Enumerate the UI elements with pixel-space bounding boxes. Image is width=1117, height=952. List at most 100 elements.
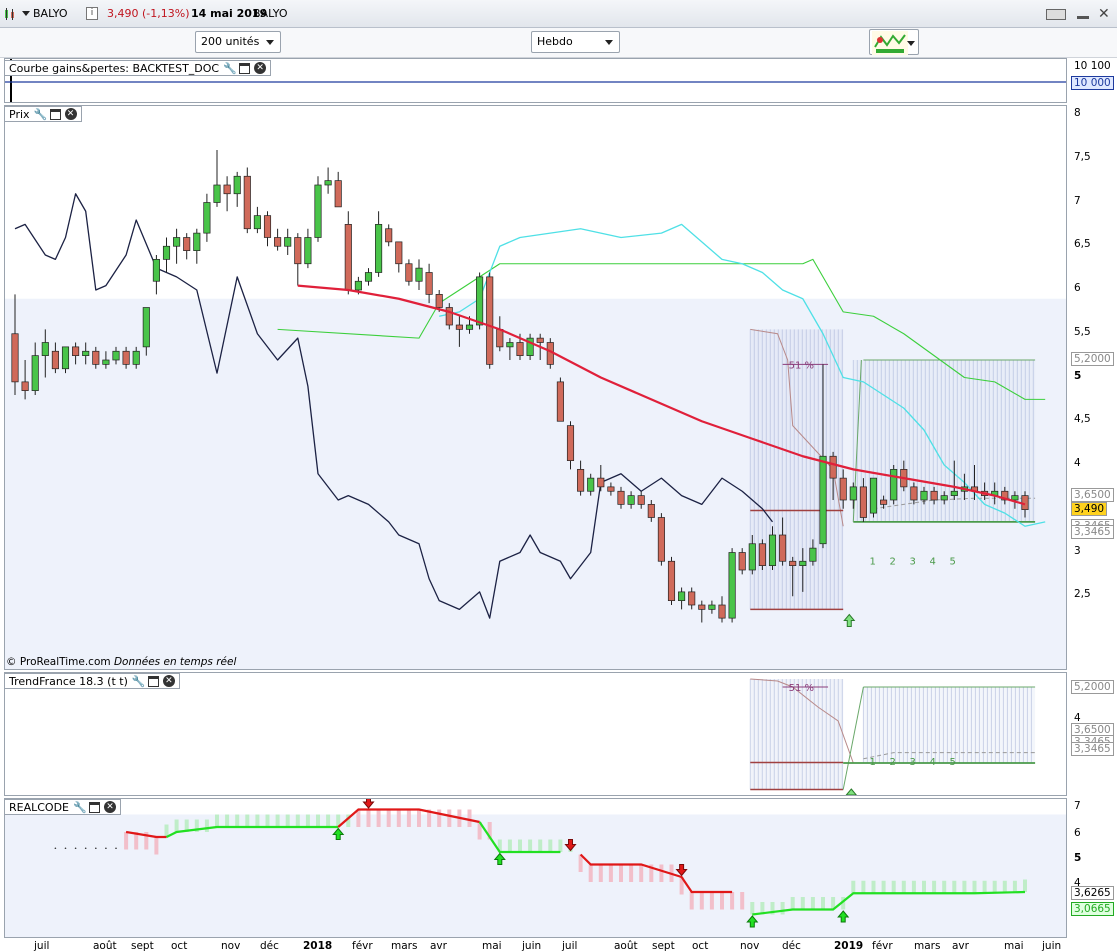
realcode-dot: [64, 847, 67, 850]
candle-bull: [627, 495, 635, 505]
trend-tag-high: 5,2000: [1071, 680, 1114, 694]
realcode-dot: [105, 847, 107, 850]
candle-bear: [556, 381, 564, 422]
candle-bull: [1011, 495, 1019, 501]
close-icon[interactable]: ✕: [254, 62, 267, 74]
time-axis-label: sept: [131, 940, 154, 952]
price-axis-label: 5,5: [1074, 325, 1091, 338]
candle-bear: [789, 560, 797, 566]
candle-bull: [890, 469, 898, 501]
candle-bull: [415, 267, 423, 282]
candle-bull: [920, 490, 928, 501]
close-icon[interactable]: ✕: [104, 801, 117, 813]
wrench-icon[interactable]: 🔧: [223, 62, 237, 75]
minimize-icon[interactable]: [1077, 9, 1089, 19]
price-axis-label: 8: [1074, 107, 1081, 119]
realcode-bar-green: [285, 814, 290, 827]
timeframe-select[interactable]: Hebdo: [531, 31, 620, 53]
realcode-bar-green: [810, 897, 815, 910]
time-axis-label: déc: [782, 940, 801, 952]
realcode-bar-red: [467, 809, 472, 827]
trend-count-label: 5: [949, 757, 955, 768]
keyboard-icon[interactable]: [1046, 9, 1066, 20]
realcode-bar-green: [204, 819, 209, 832]
candle-bull: [213, 184, 221, 203]
candle-bear: [910, 486, 918, 501]
window-icon[interactable]: [239, 62, 251, 74]
price-axis-label: 4: [1074, 457, 1081, 469]
count-label: 1: [869, 556, 875, 567]
indicator-tool-button[interactable]: [869, 29, 919, 55]
trend-right-bg: [863, 687, 1036, 763]
window-icon[interactable]: [147, 675, 159, 687]
equity-panel-title: Courbe gains&pertes: BACKTEST_DOC: [9, 61, 220, 75]
candle-bear: [718, 604, 726, 619]
trend-rise-line: [842, 686, 864, 790]
candle-bear: [21, 381, 29, 391]
wrench-icon[interactable]: 🔧: [34, 108, 48, 121]
candle-bull: [354, 280, 362, 291]
candle-bull: [152, 259, 160, 282]
candle-bear: [243, 175, 251, 230]
realcode-bar-green: [992, 880, 997, 894]
time-axis-label: avr: [952, 940, 969, 952]
candle-bear: [183, 237, 191, 251]
candle-bear: [334, 180, 342, 208]
close-window-icon[interactable]: ✕: [1098, 6, 1110, 22]
realcode-bar-green: [295, 814, 300, 827]
wrench-icon[interactable]: 🔧: [132, 675, 146, 688]
trend-pct-label: 51 %: [789, 683, 814, 694]
realcode-bar-green: [790, 897, 795, 910]
time-axis-label: févr: [872, 940, 893, 952]
candle-bull: [193, 232, 201, 251]
realcode-bar-green: [518, 839, 522, 852]
realcode-bar-red: [689, 892, 694, 910]
wrench-icon[interactable]: 🔧: [73, 801, 87, 814]
window-icon[interactable]: [89, 801, 101, 813]
candle-bull: [728, 552, 736, 619]
candle-bear: [445, 307, 453, 326]
candle-bull: [678, 591, 686, 601]
candle-bull: [284, 237, 292, 247]
realcode-bar-red: [730, 892, 735, 910]
candle-bull: [708, 604, 716, 610]
candle-bull: [476, 276, 484, 326]
price-axis: 8 7,5 7 6,5 6 5,5 5 4,5 4 3 2,5 5,2000 3,6500 3,490 3,…: [1068, 105, 1117, 670]
time-axis-label: mai: [1004, 940, 1024, 952]
price-axis-label: 5: [1074, 369, 1082, 382]
realcode-bar-red: [699, 892, 704, 910]
realcode-bar-green: [174, 819, 179, 832]
realcode-bar-red: [598, 864, 603, 882]
candle-bear: [122, 350, 130, 365]
price-axis-label: 4,5: [1074, 413, 1091, 426]
realcode-bar-green: [780, 902, 785, 915]
candle-bull: [41, 342, 49, 356]
realcode-bar-red: [417, 809, 421, 827]
window-icon[interactable]: [49, 108, 61, 120]
symbol-dropdown-icon[interactable]: [22, 11, 30, 16]
time-axis-label: févr: [352, 940, 373, 952]
realcode-panel-header: REALCODE 🔧 ✕: [4, 799, 122, 815]
realcode-bar-red: [659, 864, 664, 882]
realcode-bar-red: [437, 809, 442, 827]
time-axis-label: août: [614, 940, 638, 952]
close-icon[interactable]: ✕: [162, 675, 175, 687]
candle-bull: [465, 324, 474, 330]
realcode-bar-red: [588, 864, 593, 882]
info-icon[interactable]: i: [86, 7, 98, 20]
close-icon[interactable]: ✕: [64, 108, 77, 120]
candle-bull: [768, 534, 777, 566]
time-axis-label: avr: [430, 940, 447, 952]
candle-bear: [486, 276, 494, 365]
time-axis-label: sept: [652, 940, 675, 952]
trend-chart: 51 % 1 2 3 4 5: [749, 678, 1036, 795]
candle-bear: [637, 495, 645, 505]
candle-bear: [263, 215, 272, 238]
realcode-bar-red: [619, 864, 623, 882]
realcode-bar-green: [305, 814, 310, 827]
symbol-label[interactable]: BALYO: [33, 7, 68, 20]
units-select[interactable]: 200 unités: [195, 31, 281, 53]
realcode-bar-red: [709, 892, 714, 910]
candle-bear: [566, 425, 575, 461]
realcode-bar-green: [942, 880, 947, 894]
